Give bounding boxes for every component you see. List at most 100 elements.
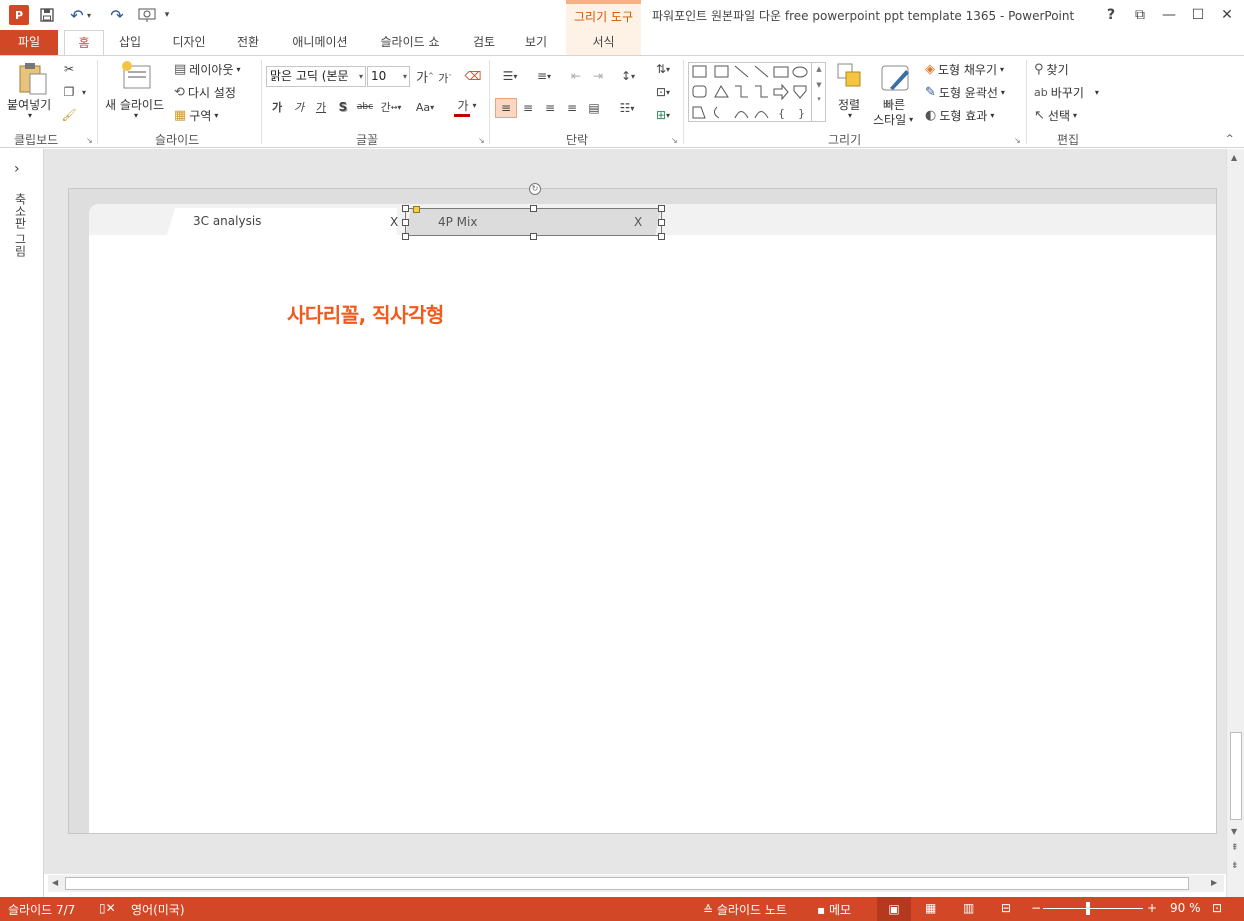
font-name-combo[interactable]: 맑은 고딕 (본문 ▾ bbox=[266, 66, 366, 87]
tab-animations[interactable]: 애니메이션 bbox=[284, 30, 356, 55]
italic-button[interactable]: 가 bbox=[288, 97, 310, 117]
tab-file[interactable]: 파일 bbox=[0, 30, 58, 55]
resize-handle[interactable] bbox=[658, 205, 665, 212]
shrink-font-button[interactable]: 가ˇ bbox=[434, 68, 456, 88]
clipboard-launcher-icon[interactable]: ↘ bbox=[86, 136, 93, 145]
undo-dropdown-icon[interactable]: ▾ bbox=[83, 4, 95, 26]
tab-slideshow[interactable]: 슬라이드 쇼 bbox=[372, 30, 448, 55]
help-button[interactable]: ? bbox=[1100, 4, 1122, 26]
resize-handle[interactable] bbox=[530, 205, 537, 212]
spellcheck-icon[interactable]: ▯✕ bbox=[99, 901, 116, 915]
language-indicator[interactable]: 영어(미국) bbox=[131, 901, 185, 918]
slideshow-icon[interactable]: ⊟ bbox=[1001, 901, 1011, 915]
customize-qat-icon[interactable]: ▾ bbox=[160, 4, 174, 26]
bullets-icon[interactable]: ☰ ▾ bbox=[495, 66, 525, 86]
save-icon[interactable] bbox=[36, 4, 58, 26]
paste-dropdown-icon[interactable]: ▾ bbox=[28, 111, 32, 120]
shape-fill-button[interactable]: ◈ 도형 채우기 ▾ bbox=[925, 61, 1004, 78]
comments-button[interactable]: ▪ 메모 bbox=[817, 901, 851, 918]
columns-icon[interactable]: ☷ ▾ bbox=[612, 98, 642, 118]
align-right-icon[interactable]: ≡ bbox=[539, 98, 561, 118]
slide-counter[interactable]: 슬라이드 7/7 bbox=[8, 901, 75, 918]
drawing-launcher-icon[interactable]: ↘ bbox=[1014, 136, 1021, 145]
zoom-slider[interactable] bbox=[1043, 908, 1143, 909]
start-from-beginning-icon[interactable] bbox=[136, 4, 158, 26]
reading-view-icon[interactable]: ▥ bbox=[963, 901, 974, 915]
resize-handle[interactable] bbox=[402, 219, 409, 226]
paragraph-launcher-icon[interactable]: ↘ bbox=[671, 136, 678, 145]
adjust-handle[interactable] bbox=[413, 206, 420, 213]
vertical-scrollbar[interactable]: ▲ ▼ ⇞ ⇟ bbox=[1226, 149, 1244, 897]
normal-view-icon[interactable]: ▣ bbox=[877, 897, 911, 921]
font-launcher-icon[interactable]: ↘ bbox=[478, 136, 485, 145]
reset-button[interactable]: ⟲ 다시 설정 bbox=[174, 84, 236, 101]
gallery-more-icon[interactable]: ▾ bbox=[812, 95, 826, 103]
shape-outline-button[interactable]: ✎ 도형 윤곽선 ▾ bbox=[925, 84, 1005, 101]
next-slide-icon[interactable]: ⇟ bbox=[1231, 861, 1239, 871]
rotate-handle-icon[interactable]: ↻ bbox=[529, 183, 541, 195]
distributed-icon[interactable]: ▤ bbox=[583, 98, 605, 118]
scroll-up-icon[interactable]: ▲ bbox=[1231, 153, 1237, 162]
scroll-left-icon[interactable]: ◀ bbox=[52, 878, 58, 887]
section-button[interactable]: ▦ 구역 ▾ bbox=[174, 107, 218, 124]
align-center-icon[interactable]: ≡ bbox=[517, 98, 539, 118]
zoom-slider-thumb[interactable] bbox=[1086, 902, 1090, 915]
convert-smartart-icon[interactable]: ⊞ ▾ bbox=[649, 105, 677, 125]
tab-transitions[interactable]: 전환 bbox=[228, 30, 268, 55]
arrange-dropdown-icon[interactable]: ▾ bbox=[848, 111, 852, 120]
collapse-ribbon-icon[interactable]: ^ bbox=[1226, 134, 1234, 144]
align-left-icon[interactable]: ≡ bbox=[495, 98, 517, 118]
clear-formatting-icon[interactable]: ⌫ bbox=[462, 66, 484, 86]
increase-indent-icon[interactable]: ⇥ bbox=[587, 66, 609, 86]
resize-handle[interactable] bbox=[658, 233, 665, 240]
vertical-scroll-thumb[interactable] bbox=[1230, 732, 1242, 820]
change-case-button[interactable]: Aa ▾ bbox=[410, 97, 440, 117]
horizontal-scroll-thumb[interactable] bbox=[65, 877, 1189, 890]
shapes-gallery-scroll[interactable]: ▲ ▼ ▾ bbox=[811, 62, 826, 122]
arrange-icon[interactable] bbox=[836, 62, 870, 96]
find-button[interactable]: ⚲ 찾기 bbox=[1034, 61, 1069, 78]
paste-icon[interactable] bbox=[17, 62, 51, 96]
tab-review[interactable]: 검토 bbox=[464, 30, 504, 55]
minimize-icon[interactable]: — bbox=[1158, 4, 1180, 26]
expand-pane-icon[interactable]: › bbox=[14, 161, 20, 177]
gallery-down-icon[interactable]: ▼ bbox=[812, 81, 826, 89]
zoom-out-button[interactable]: − bbox=[1031, 901, 1041, 915]
replace-button[interactable]: ab 바꾸기 ▾ bbox=[1034, 84, 1099, 101]
resize-handle[interactable] bbox=[402, 205, 409, 212]
new-slide-icon[interactable] bbox=[120, 60, 154, 94]
selection-box[interactable] bbox=[402, 205, 665, 240]
zoom-in-button[interactable]: + bbox=[1147, 901, 1157, 915]
fit-to-window-icon[interactable]: ⊡ bbox=[1212, 901, 1222, 915]
decrease-indent-icon[interactable]: ⇤ bbox=[565, 66, 587, 86]
tab-design[interactable]: 디자인 bbox=[165, 30, 213, 55]
font-color-button[interactable]: 가 ▾ bbox=[452, 97, 482, 117]
scroll-down-icon[interactable]: ▼ bbox=[1231, 827, 1237, 836]
zoom-level[interactable]: 90 % bbox=[1170, 901, 1201, 915]
copy-dropdown-icon[interactable]: ▾ bbox=[78, 82, 90, 102]
format-painter-icon[interactable]: 🖌 bbox=[58, 105, 80, 125]
slide[interactable]: 3C analysis X 4P Mix X 사다리꼴, 직사각형 bbox=[89, 204, 1216, 833]
tab-format[interactable]: 서식 bbox=[566, 30, 641, 55]
resize-handle[interactable] bbox=[402, 233, 409, 240]
layout-button[interactable]: ▤ 레이아웃 ▾ bbox=[174, 61, 240, 78]
bold-button[interactable]: 가 bbox=[266, 97, 288, 117]
resize-handle[interactable] bbox=[658, 219, 665, 226]
align-text-icon[interactable]: ⊡ ▾ bbox=[649, 82, 677, 102]
shapes-gallery[interactable]: {} bbox=[688, 62, 826, 122]
font-size-combo[interactable]: 10 ▾ bbox=[367, 66, 410, 87]
powerpoint-logo-icon[interactable]: P bbox=[8, 4, 30, 26]
ribbon-display-options-icon[interactable]: ⧉ bbox=[1129, 4, 1151, 26]
shapes-gallery-icons[interactable]: {} bbox=[689, 63, 811, 121]
gallery-up-icon[interactable]: ▲ bbox=[812, 65, 826, 73]
justify-icon[interactable]: ≡ bbox=[561, 98, 583, 118]
grow-font-button[interactable]: 가 ^ bbox=[414, 66, 436, 86]
tab-insert[interactable]: 삽입 bbox=[112, 30, 148, 55]
numbering-icon[interactable]: ≡ ▾ bbox=[529, 66, 559, 86]
shadow-button[interactable]: S bbox=[332, 97, 354, 117]
new-slide-dropdown-icon[interactable]: ▾ bbox=[134, 111, 138, 120]
text-direction-icon[interactable]: ⇅ ▾ bbox=[649, 59, 677, 79]
underline-button[interactable]: 가 bbox=[310, 97, 332, 117]
select-button[interactable]: ↖ 선택 ▾ bbox=[1034, 107, 1077, 124]
character-spacing-button[interactable]: 간 ↔▾ bbox=[376, 97, 406, 117]
